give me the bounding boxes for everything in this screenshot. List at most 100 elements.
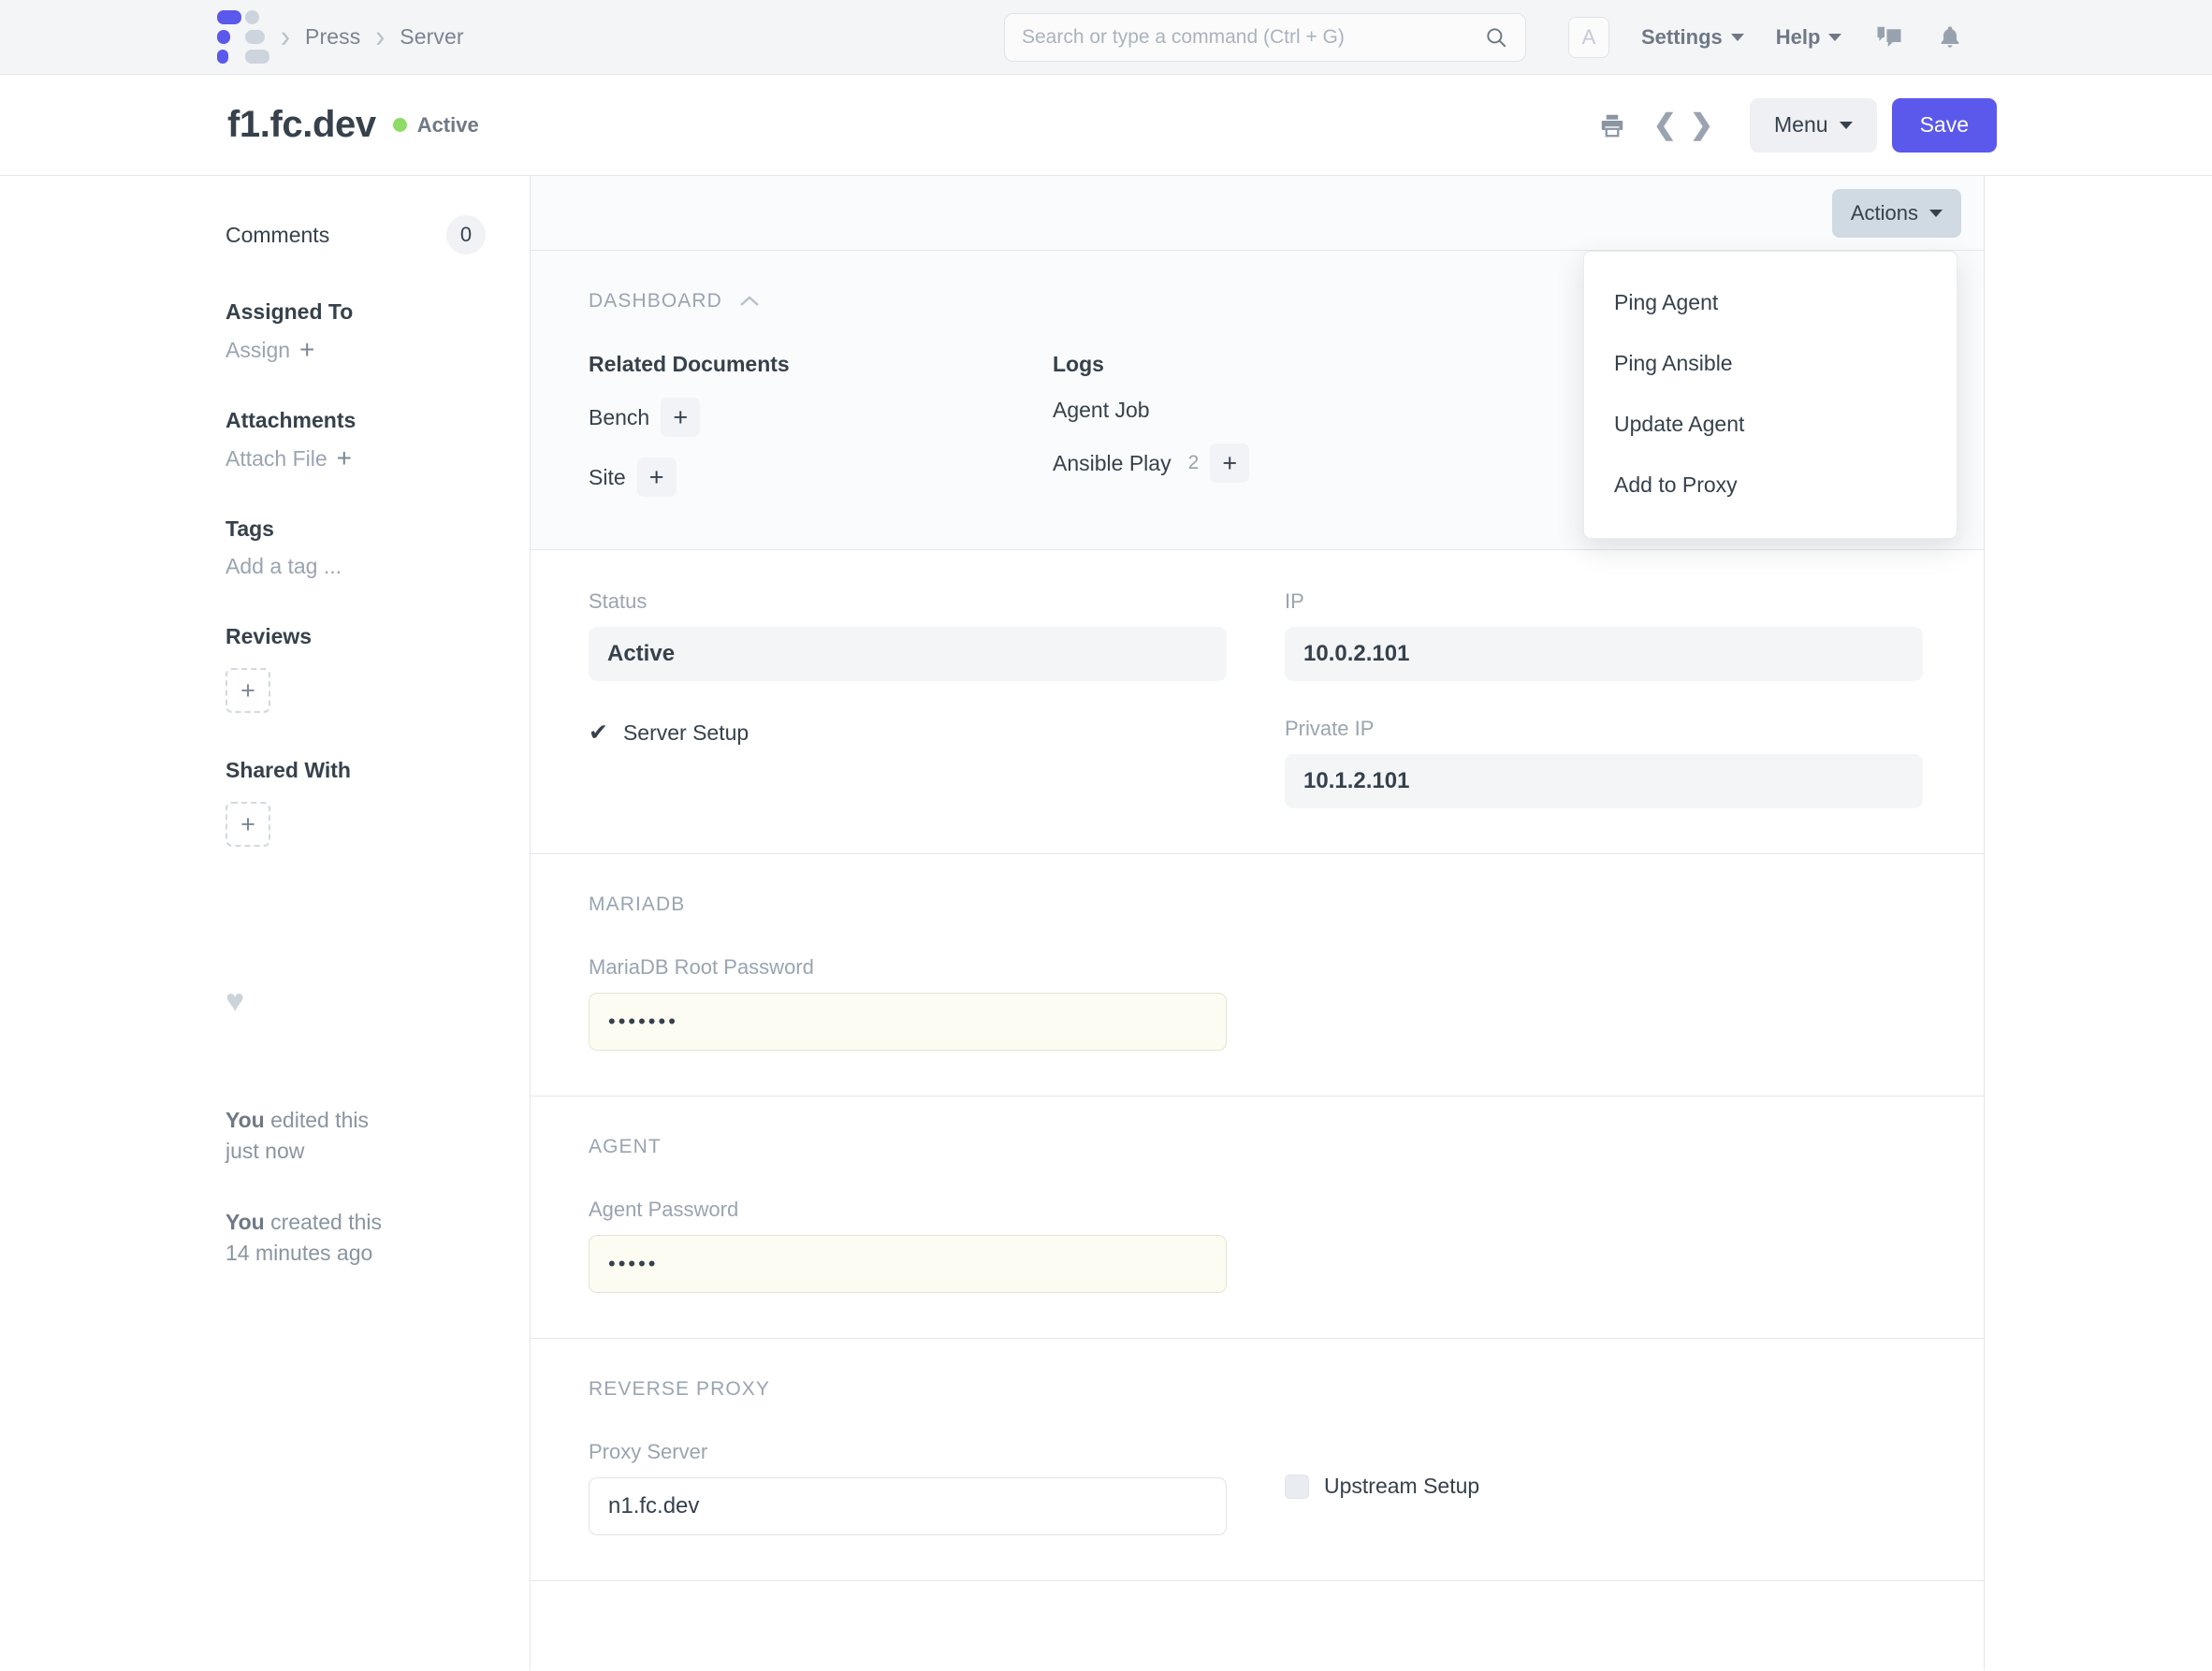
next-document-button[interactable]: ❯	[1683, 111, 1720, 139]
menu-item-ping-agent[interactable]: Ping Agent	[1584, 272, 1957, 333]
avatar[interactable]: A	[1568, 17, 1609, 58]
status-column: Status Active ✔ Server Setup	[589, 589, 1285, 808]
navbar-right: A Settings Help	[1568, 0, 1963, 75]
activity-action: created this	[265, 1210, 382, 1234]
agent-job-link[interactable]: Agent Job	[1053, 398, 1150, 423]
status-badge-label: Active	[417, 113, 479, 138]
add-tag-input[interactable]: Add a tag ...	[226, 554, 530, 579]
chat-bubbles-icon	[1875, 23, 1903, 51]
page-header-actions: ❮ ❯ Menu Save	[1598, 98, 1997, 153]
agent-section-label: AGENT	[589, 1136, 1926, 1158]
checkmark-icon: ✔	[589, 719, 608, 747]
menu-button[interactable]: Menu	[1750, 98, 1877, 153]
comments-count-badge: 0	[446, 215, 486, 254]
add-site-button[interactable]: +	[637, 458, 677, 497]
assign-button[interactable]: Assign +	[226, 337, 530, 363]
save-button[interactable]: Save	[1892, 98, 1997, 153]
assign-label: Assign	[226, 338, 290, 363]
related-documents-title: Related Documents	[589, 352, 1053, 377]
add-review-button[interactable]: +	[226, 668, 270, 713]
status-dot-icon	[393, 118, 407, 132]
bell-icon	[1937, 24, 1963, 51]
chevron-down-icon	[1828, 34, 1841, 41]
breadcrumb-server[interactable]: Server	[400, 24, 463, 50]
activity-created: You created this 14 minutes ago	[226, 1207, 478, 1268]
notes-button[interactable]	[1875, 23, 1903, 51]
private-ip-group: Private IP 10.1.2.101	[1285, 717, 1923, 808]
add-ansible-play-button[interactable]: +	[1210, 443, 1249, 483]
site-link[interactable]: Site	[589, 465, 626, 490]
sidebar-tags: Tags Add a tag ...	[226, 516, 530, 579]
menu-button-label: Menu	[1774, 112, 1828, 138]
menu-item-add-to-proxy[interactable]: Add to Proxy	[1584, 455, 1957, 516]
navbar-left: › Press › Server	[0, 9, 464, 65]
sidebar-comments-row[interactable]: Comments 0	[226, 215, 486, 254]
previous-document-button[interactable]: ❮	[1647, 111, 1683, 139]
reverse-proxy-section: REVERSE PROXY Proxy Server Upstream Setu…	[531, 1339, 1984, 1581]
help-dropdown[interactable]: Help	[1776, 25, 1842, 50]
chevron-up-icon[interactable]	[739, 295, 760, 308]
mariadb-root-password-label: MariaDB Root Password	[589, 955, 1227, 980]
sidebar-attachments: Attachments Attach File +	[226, 408, 530, 472]
print-button[interactable]	[1598, 111, 1626, 139]
mariadb-root-password-input[interactable]	[589, 993, 1227, 1051]
status-section: Status Active ✔ Server Setup IP 10.0.2.1…	[531, 550, 1984, 854]
upstream-setup-checkbox[interactable]	[1285, 1475, 1309, 1499]
status-field-value[interactable]: Active	[589, 627, 1227, 681]
page-header: f1.fc.dev Active ❮ ❯ Menu Save	[0, 75, 2212, 176]
page-title: f1.fc.dev	[227, 104, 376, 146]
mariadb-field-grid: MariaDB Root Password	[589, 955, 1926, 1051]
add-shared-user-button[interactable]: +	[226, 802, 270, 847]
upstream-setup-label: Upstream Setup	[1324, 1474, 1479, 1499]
activity-actor: You	[226, 1108, 265, 1132]
proxy-server-column: Proxy Server	[589, 1440, 1285, 1535]
mariadb-section-label: MARIADB	[589, 894, 1926, 916]
ip-field-value[interactable]: 10.0.2.101	[1285, 627, 1923, 681]
ip-field-label: IP	[1285, 589, 1923, 614]
app-logo-icon[interactable]	[217, 9, 266, 65]
proxy-server-input[interactable]	[589, 1477, 1227, 1535]
ip-column: IP 10.0.2.101 Private IP 10.1.2.101	[1285, 589, 1981, 808]
activity-time: just now	[226, 1139, 304, 1163]
log-agent-job: Agent Job	[1053, 398, 1517, 423]
bench-link[interactable]: Bench	[589, 405, 649, 430]
reverse-proxy-section-label: REVERSE PROXY	[589, 1378, 1926, 1401]
upstream-setup-row[interactable]: Upstream Setup	[1285, 1474, 1923, 1499]
document-form: Actions Ping Agent Ping Ansible Update A…	[530, 176, 1985, 1670]
agent-password-column: Agent Password	[589, 1198, 1285, 1293]
agent-section: AGENT Agent Password	[531, 1097, 1984, 1339]
attach-file-button[interactable]: Attach File +	[226, 445, 530, 472]
printer-icon	[1598, 111, 1626, 139]
shared-with-heading: Shared With	[226, 758, 530, 783]
proxy-field-grid: Proxy Server Upstream Setup	[589, 1440, 1926, 1535]
activity-action: edited this	[265, 1108, 369, 1132]
global-search[interactable]	[1004, 13, 1526, 62]
menu-item-ping-ansible[interactable]: Ping Ansible	[1584, 333, 1957, 394]
search-input[interactable]	[1022, 26, 1484, 49]
menu-item-update-agent[interactable]: Update Agent	[1584, 394, 1957, 455]
log-ansible-play: Ansible Play 2 +	[1053, 443, 1517, 483]
server-setup-checkbox-row[interactable]: ✔ Server Setup	[589, 719, 1227, 747]
related-document-site: Site +	[589, 458, 1053, 497]
breadcrumb-press[interactable]: Press	[305, 24, 360, 50]
proxy-server-label: Proxy Server	[589, 1440, 1227, 1464]
ansible-play-link[interactable]: Ansible Play	[1053, 451, 1171, 476]
add-bench-button[interactable]: +	[661, 398, 700, 437]
private-ip-field-value[interactable]: 10.1.2.101	[1285, 754, 1923, 808]
actions-dropdown-button[interactable]: Actions	[1832, 189, 1961, 238]
related-documents-column: Related Documents Bench + Site +	[589, 352, 1053, 497]
attachments-heading: Attachments	[226, 408, 530, 433]
agent-password-input[interactable]	[589, 1235, 1227, 1293]
like-heart-icon[interactable]: ♥	[226, 985, 530, 1017]
breadcrumb-separator-icon: ›	[281, 21, 290, 53]
page-body: Comments 0 Assigned To Assign + Attachme…	[0, 176, 2212, 1670]
chevron-down-icon	[1840, 122, 1853, 129]
actions-dropdown-menu: Ping Agent Ping Ansible Update Agent Add…	[1583, 251, 1957, 539]
mariadb-section: MARIADB MariaDB Root Password	[531, 854, 1984, 1097]
plus-icon: +	[337, 445, 352, 472]
settings-dropdown[interactable]: Settings	[1641, 25, 1744, 50]
reviews-heading: Reviews	[226, 624, 530, 649]
notifications-button[interactable]	[1937, 24, 1963, 51]
actions-button-label: Actions	[1851, 201, 1918, 225]
breadcrumb-separator-icon: ›	[375, 21, 385, 53]
